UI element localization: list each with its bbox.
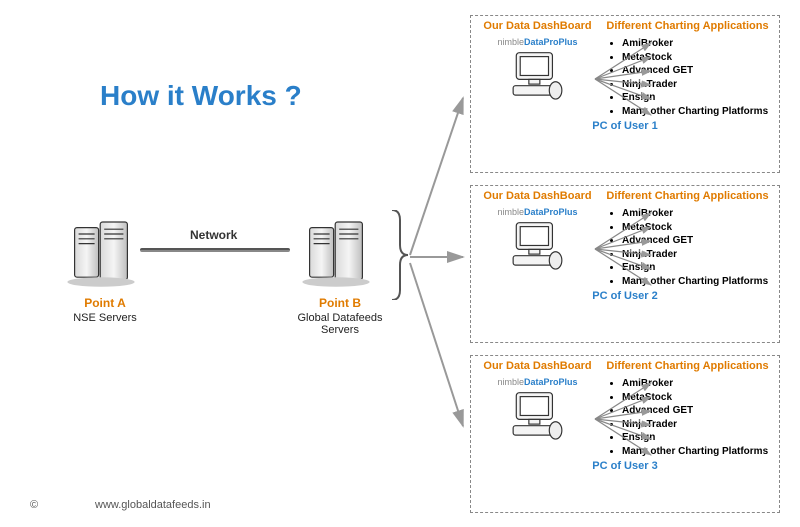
apps-header: Different Charting Applications [600,20,775,33]
arrow-to-user3 [408,258,470,433]
app-item: Advanced GET [622,234,775,248]
server-icon [65,210,145,290]
copyright-symbol: © [30,499,38,511]
dashboard-header: Our Data DashBoard [475,20,600,33]
app-item: Ensign [622,261,775,275]
app-item: AmiBroker [622,377,775,391]
arrow-to-user1 [408,90,470,260]
product-name: nimbleDataProPlus [475,377,600,387]
user-footer: PC of User 1 [475,120,775,132]
point-a-label: Point A [55,296,155,310]
app-item: MetaStock [622,51,775,65]
pc-icon [510,219,565,279]
server-point-a: Point A NSE Servers [55,210,155,324]
network-label: Network [190,228,237,242]
network-connector [140,248,290,252]
app-item: Many other Charting Platforms [622,105,775,119]
app-item: Many other Charting Platforms [622,275,775,289]
dashboard-header: Our Data DashBoard [475,190,600,203]
product-name: nimbleDataProPlus [475,207,600,217]
page-title: How it Works ? [100,80,302,112]
apps-list: AmiBrokerMetaStockAdvanced GETNinjaTrade… [600,37,775,118]
app-item: AmiBroker [622,207,775,221]
app-item: Advanced GET [622,404,775,418]
arrow-to-user2 [408,250,470,264]
app-item: NinjaTrader [622,248,775,262]
apps-header: Different Charting Applications [600,360,775,373]
app-item: Advanced GET [622,64,775,78]
app-item: Ensign [622,91,775,105]
user-box-2: Our Data DashBoard Different Charting Ap… [470,185,780,343]
apps-header: Different Charting Applications [600,190,775,203]
app-item: MetaStock [622,391,775,405]
point-a-sublabel: NSE Servers [55,312,155,324]
user-footer: PC of User 2 [475,290,775,302]
apps-list: AmiBrokerMetaStockAdvanced GETNinjaTrade… [600,377,775,458]
apps-list: AmiBrokerMetaStockAdvanced GETNinjaTrade… [600,207,775,288]
site-url: www.globaldatafeeds.in [95,499,211,511]
app-item: Many other Charting Platforms [622,445,775,459]
dashboard-header: Our Data DashBoard [475,360,600,373]
app-item: NinjaTrader [622,78,775,92]
user-footer: PC of User 3 [475,460,775,472]
user-box-1: Our Data DashBoard Different Charting Ap… [470,15,780,173]
app-item: AmiBroker [622,37,775,51]
point-b-label: Point B [280,296,400,310]
server-icon [300,210,380,290]
app-item: Ensign [622,431,775,445]
app-item: NinjaTrader [622,418,775,432]
pc-icon [510,389,565,449]
product-name: nimbleDataProPlus [475,37,600,47]
server-point-b: Point B Global Datafeeds Servers [280,210,400,336]
bracket-icon [390,210,408,300]
point-b-sublabel: Global Datafeeds Servers [280,312,400,336]
pc-icon [510,49,565,109]
user-box-3: Our Data DashBoard Different Charting Ap… [470,355,780,513]
app-item: MetaStock [622,221,775,235]
